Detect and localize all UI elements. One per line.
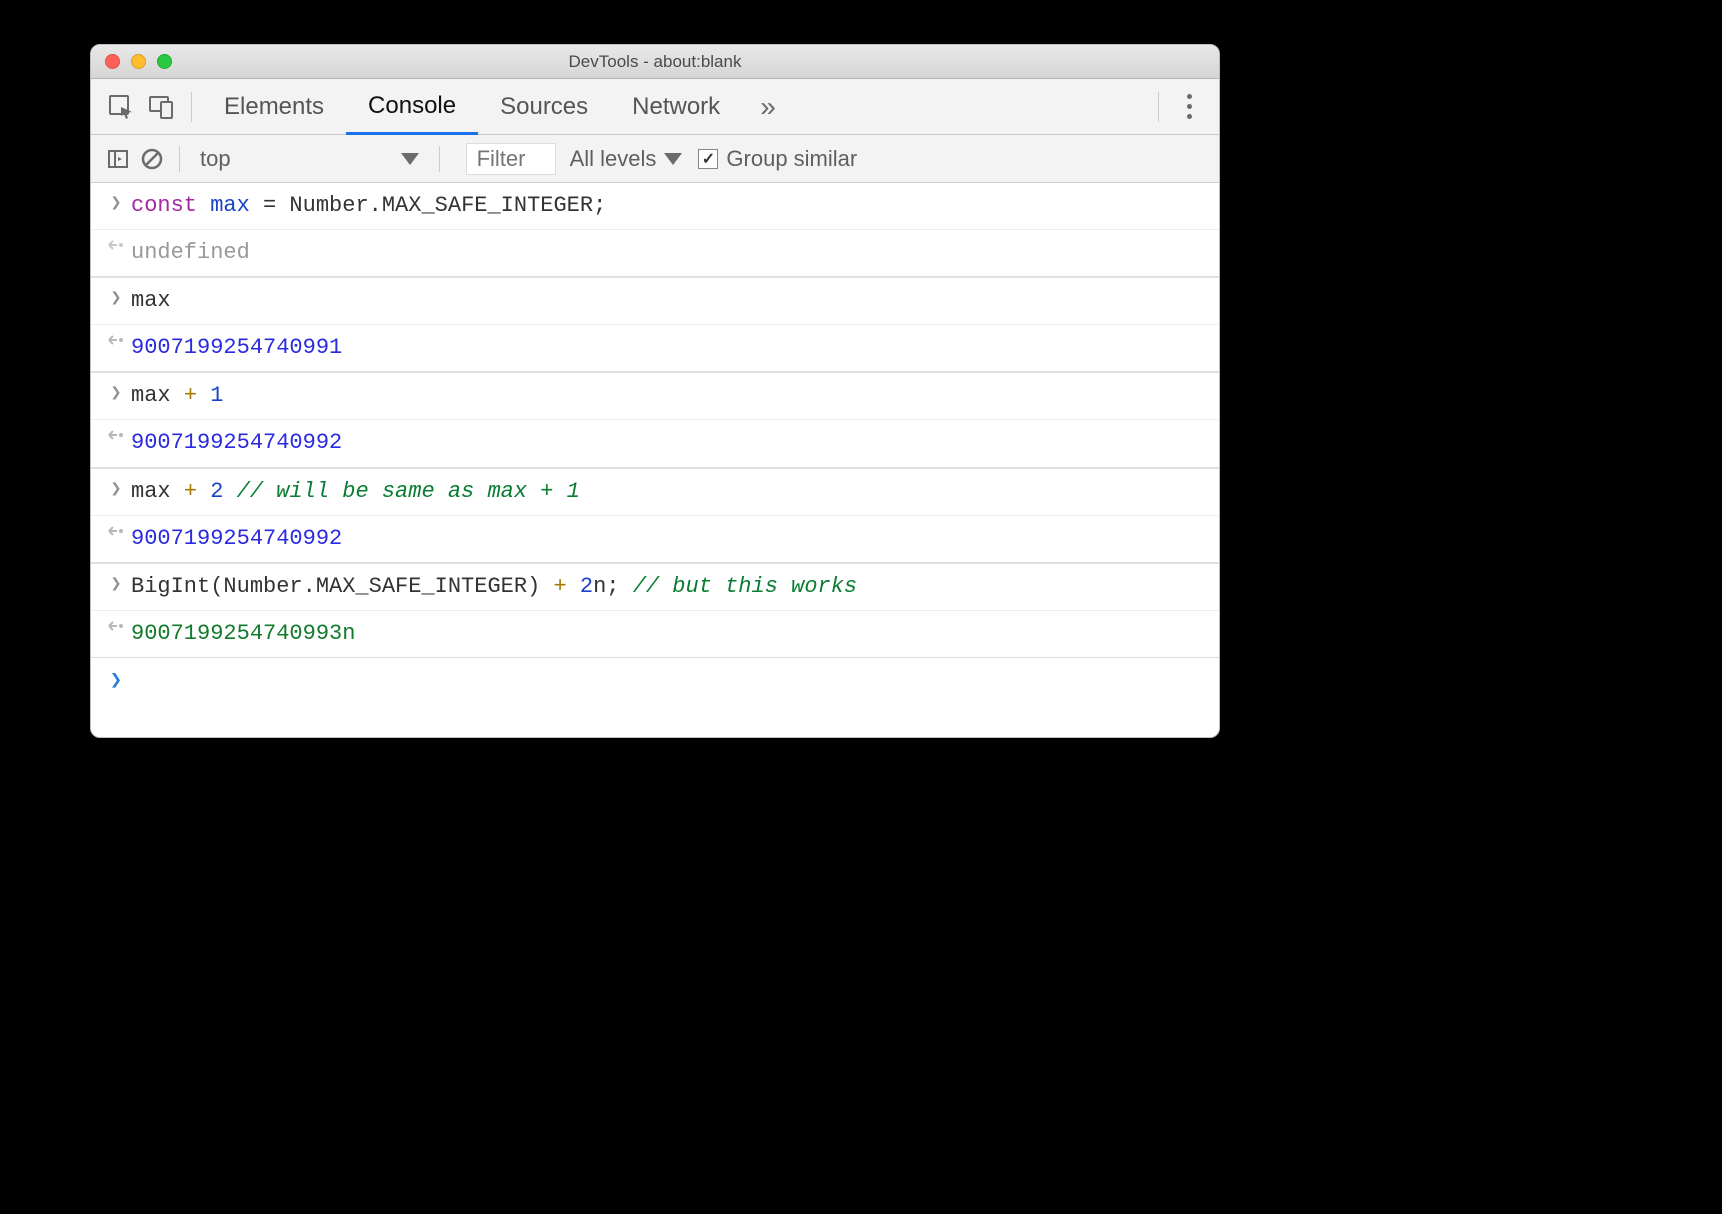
filter-input[interactable] (466, 143, 556, 175)
console-input-row: ❯BigInt(Number.MAX_SAFE_INTEGER) + 2n; /… (91, 563, 1219, 611)
console-output-row: 9007199254740992 (91, 516, 1219, 563)
console-output-value: 9007199254740993n (131, 617, 1207, 651)
console-input-row: ❯max + 1 (91, 372, 1219, 420)
output-arrow-icon (101, 426, 131, 442)
chevron-down-icon (664, 153, 682, 165)
more-tabs-button[interactable]: » (742, 91, 794, 123)
clear-console-icon[interactable] (135, 139, 169, 179)
inspect-element-icon[interactable] (101, 87, 141, 127)
toolbar-divider (191, 92, 192, 122)
console-input-code: max + 1 (131, 379, 1207, 413)
console-output: ❯const max = Number.MAX_SAFE_INTEGER;und… (91, 183, 1219, 737)
levels-label: All levels (570, 146, 657, 172)
console-input-row: ❯const max = Number.MAX_SAFE_INTEGER; (91, 183, 1219, 230)
console-prompt[interactable]: ❯ (91, 658, 1219, 737)
output-arrow-icon (101, 331, 131, 347)
console-input-code: max + 2 // will be same as max + 1 (131, 475, 1207, 509)
input-prompt-icon: ❯ (101, 570, 131, 600)
input-prompt-icon: ❯ (101, 189, 131, 219)
settings-menu-button[interactable] (1169, 87, 1209, 127)
toolbar-divider (439, 146, 440, 172)
console-input-code: const max = Number.MAX_SAFE_INTEGER; (131, 189, 1207, 223)
console-input-code: max (131, 284, 1207, 318)
toolbar-divider (179, 146, 180, 172)
minimize-window-button[interactable] (131, 54, 146, 69)
console-input-row: ❯max + 2 // will be same as max + 1 (91, 468, 1219, 516)
console-output-value: 9007199254740991 (131, 331, 1207, 365)
console-input-code: BigInt(Number.MAX_SAFE_INTEGER) + 2n; //… (131, 570, 1207, 604)
chevron-down-icon (401, 153, 419, 165)
close-window-button[interactable] (105, 54, 120, 69)
tab-elements[interactable]: Elements (202, 79, 346, 134)
console-input-row: ❯max (91, 277, 1219, 325)
tab-sources[interactable]: Sources (478, 79, 610, 134)
device-toolbar-icon[interactable] (141, 87, 181, 127)
toolbar: Elements Console Sources Network » (91, 79, 1219, 135)
group-similar-checkbox[interactable] (698, 149, 718, 169)
devtools-window: DevTools - about:blank Elements Console … (90, 44, 1220, 738)
console-output-value: 9007199254740992 (131, 426, 1207, 460)
titlebar: DevTools - about:blank (91, 45, 1219, 79)
toolbar-divider (1158, 92, 1159, 122)
input-prompt-icon: ❯ (101, 475, 131, 505)
log-levels-selector[interactable]: All levels (570, 146, 683, 172)
group-similar-label: Group similar (726, 146, 857, 172)
tab-console[interactable]: Console (346, 80, 478, 135)
window-title: DevTools - about:blank (91, 52, 1219, 72)
zoom-window-button[interactable] (157, 54, 172, 69)
input-prompt-icon: ❯ (101, 379, 131, 409)
console-output-row: 9007199254740992 (91, 420, 1219, 467)
toggle-console-sidebar-icon[interactable] (101, 139, 135, 179)
context-label: top (200, 146, 231, 172)
input-prompt-icon: ❯ (101, 284, 131, 314)
output-arrow-icon (101, 522, 131, 538)
output-arrow-icon (101, 617, 131, 633)
execution-context-selector[interactable]: top (190, 146, 429, 172)
window-controls (91, 54, 172, 69)
tab-network[interactable]: Network (610, 79, 742, 134)
console-output-value: 9007199254740992 (131, 522, 1207, 556)
console-output-row: 9007199254740991 (91, 325, 1219, 372)
output-arrow-icon (101, 236, 131, 252)
prompt-icon: ❯ (101, 664, 131, 697)
console-output-row: undefined (91, 230, 1219, 277)
console-output-value: undefined (131, 236, 1207, 270)
console-filter-bar: top All levels Group similar (91, 135, 1219, 183)
console-output-row: 9007199254740993n (91, 611, 1219, 658)
